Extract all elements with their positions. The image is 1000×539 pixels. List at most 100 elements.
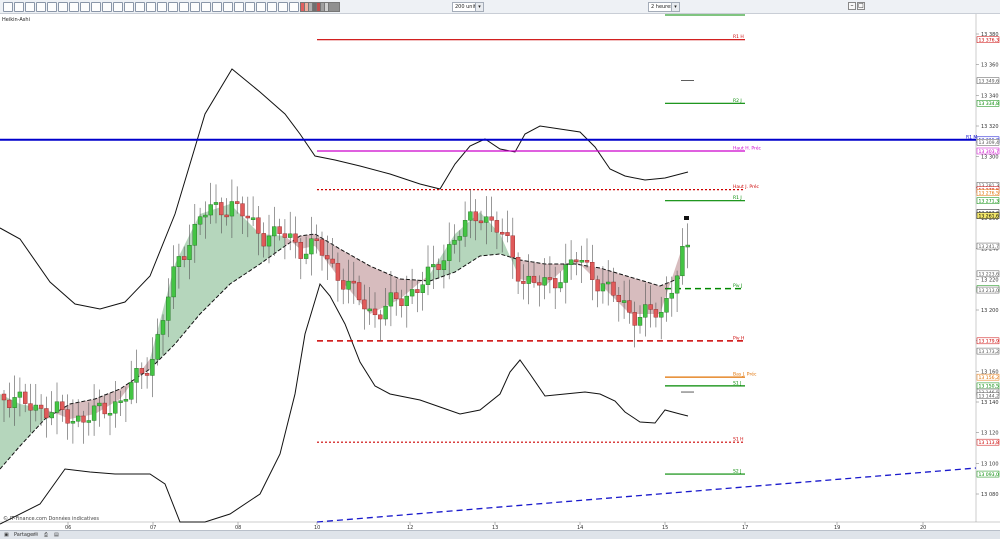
bearish-candle [378, 314, 383, 320]
bullish-candle [388, 292, 394, 307]
pivot-level-label: R1 H [733, 34, 744, 40]
share-icon[interactable]: ▣ [4, 532, 9, 538]
price-chart[interactable]: R1 H R2 J R1 M Haut H. Préc Haut J. Préc R1 J… [0, 14, 1000, 530]
bullish-candle [160, 320, 166, 335]
bullish-candle [568, 259, 574, 265]
bearish-candle [325, 255, 330, 260]
eraser-icon[interactable] [146, 2, 156, 12]
undo-icon[interactable] [157, 2, 167, 12]
bearish-candle [590, 262, 595, 280]
ellipse-icon[interactable] [124, 2, 134, 12]
zoom-in-icon[interactable] [47, 2, 57, 12]
help-icon[interactable] [289, 2, 299, 12]
bullish-candle [309, 238, 314, 255]
bullish-candle [288, 233, 293, 238]
price-box-label: 13 156,2 [979, 375, 1000, 381]
current-price-marker [684, 216, 689, 220]
bearish-candle [293, 233, 298, 243]
pivot-level-label: R1 M [966, 134, 977, 140]
period-select[interactable]: 2 heures ▾ [648, 2, 680, 12]
pivot-level-label: S1 J [733, 380, 741, 386]
bullish-candle [669, 292, 674, 299]
lock-icon[interactable] [190, 2, 200, 12]
settings-icon[interactable] [245, 2, 255, 12]
bearish-candle [282, 233, 288, 238]
alert-icon[interactable] [267, 2, 277, 12]
save-icon[interactable] [212, 2, 222, 12]
layout-icon[interactable] [278, 2, 288, 12]
indicator-icon[interactable] [256, 2, 266, 12]
bullish-candle [431, 264, 436, 268]
y-tick-label: 13 120 [981, 431, 999, 437]
pivot-level-label: S2 J [733, 469, 741, 475]
eye-icon[interactable] [201, 2, 211, 12]
bearish-candle [415, 289, 420, 293]
price-box-label: 13 144,2 [979, 393, 1000, 399]
share-label[interactable]: Partager [14, 532, 35, 538]
bullish-candle [166, 296, 171, 321]
crosshair-icon[interactable] [25, 2, 35, 12]
bearish-candle [521, 280, 526, 284]
save-icon[interactable]: ▤ [54, 532, 59, 538]
bullish-candle [346, 280, 351, 290]
price-box-label: 13 376,3 [979, 37, 1000, 43]
bearish-candle [261, 233, 266, 247]
bearish-candle [473, 211, 478, 222]
current-price-label: 13 261,6 [979, 213, 1000, 219]
zoom-icon[interactable] [14, 2, 24, 12]
redo-icon[interactable] [168, 2, 178, 12]
pivot-level-label: R2 J [733, 98, 742, 104]
price-boxes: 13 376,313 349,613 334,813 311,013 309,4… [976, 36, 1000, 478]
arrow-icon[interactable] [135, 2, 145, 12]
bearish-candle [399, 298, 404, 306]
bullish-candle [12, 397, 17, 408]
trendline-icon[interactable] [80, 2, 90, 12]
pivot-level-label: R1 J [733, 195, 742, 201]
bearish-candle [584, 260, 590, 263]
price-box-label: 13 093,0 [979, 472, 1000, 478]
price-box-label: 13 173,2 [979, 349, 1000, 355]
color-swatch-icon[interactable] [328, 2, 340, 12]
bullish-candle [272, 226, 277, 237]
magnet-icon[interactable] [179, 2, 189, 12]
bullish-candle [134, 368, 139, 383]
pivot-level-label: Piv J [733, 283, 742, 289]
bullish-candle [150, 359, 155, 376]
bearish-candle [531, 275, 537, 283]
text-icon[interactable] [69, 2, 79, 12]
bearish-candle [245, 215, 251, 219]
bullish-candle [266, 235, 272, 247]
chevron-down-icon: ▾ [475, 3, 483, 11]
chart-title: Heikin-Ashi [2, 17, 30, 23]
price-box-label: 13 276,5 [979, 191, 1000, 197]
zoom-out-icon[interactable] [58, 2, 68, 12]
channel-icon[interactable] [91, 2, 101, 12]
fibonacci-icon[interactable] [102, 2, 112, 12]
bullish-candle [468, 211, 473, 221]
bullish-candle [33, 404, 38, 411]
period-select-value: 2 heures [651, 4, 673, 10]
minimize-icon[interactable]: – [848, 2, 856, 10]
rectangle-icon[interactable] [113, 2, 123, 12]
export-icon[interactable] [234, 2, 244, 12]
bearish-candle [144, 373, 150, 376]
cursor-icon[interactable] [3, 2, 13, 12]
bearish-candle [139, 368, 145, 374]
bearish-candle [494, 220, 500, 233]
x-axis-ticks: 06 07 08 10 12 13 14 15 17 19 20 [65, 522, 926, 530]
bearish-candle [330, 258, 335, 264]
maximize-icon[interactable]: □ [857, 2, 865, 10]
pan-icon[interactable] [36, 2, 46, 12]
print-icon[interactable]: ⎙ [44, 532, 48, 538]
print-icon[interactable] [223, 2, 233, 12]
units-select[interactable]: 200 unités ▾ [452, 2, 484, 12]
bullish-candle [203, 214, 208, 218]
bullish-candle [637, 317, 643, 326]
bearish-candle [547, 277, 553, 280]
pivot-level-label: Piv H [733, 335, 744, 341]
bearish-candle [478, 220, 484, 224]
bearish-candle [632, 312, 637, 326]
bullish-candle [171, 266, 176, 298]
y-tick-label: 13 200 [981, 308, 999, 314]
mail-icon[interactable]: ✉ [34, 532, 38, 538]
